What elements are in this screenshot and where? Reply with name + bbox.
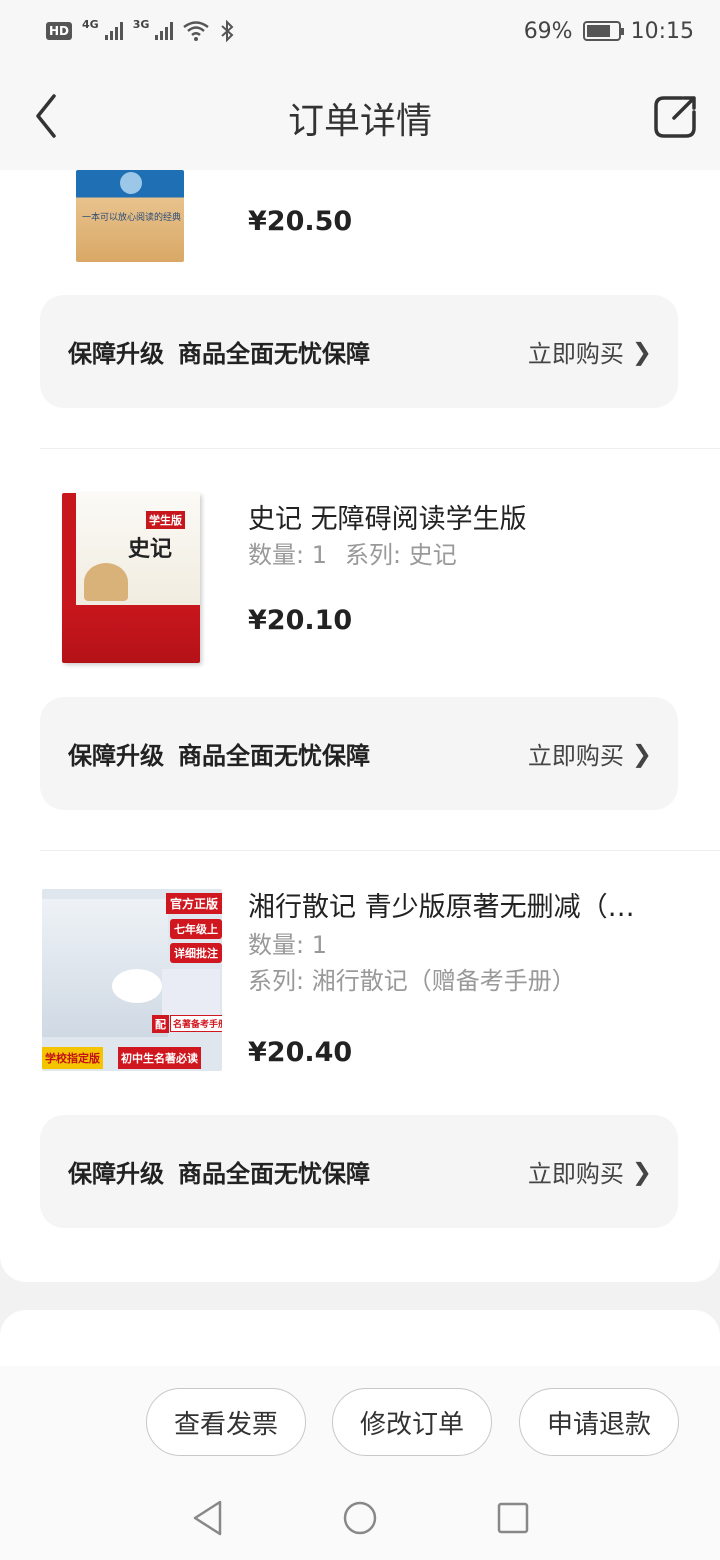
cover-tag-school: 学校指定版 bbox=[42, 1047, 103, 1069]
navigation-bar: 订单详情 bbox=[0, 62, 720, 170]
circle-home-icon[interactable] bbox=[342, 1498, 378, 1538]
battery-icon bbox=[582, 21, 624, 41]
view-invoice-button[interactable]: 查看发票 bbox=[146, 1388, 306, 1456]
network-type-4g: 4G bbox=[82, 17, 99, 31]
chevron-right-icon: ❯ bbox=[631, 739, 652, 768]
buy-now-label: 立即购买 bbox=[527, 340, 624, 368]
product-cover-3: 官方正版 七年级上 详细批注 配 名著备考手册 学校指定版 初中生名著必读 bbox=[42, 889, 222, 1071]
product-item-3[interactable]: 官方正版 七年级上 详细批注 配 名著备考手册 学校指定版 初中生名著必读 湘行… bbox=[0, 851, 720, 1116]
chevron-right-icon: ❯ bbox=[631, 1157, 652, 1186]
buy-now-link[interactable]: 立即购买 ❯ bbox=[528, 736, 652, 771]
signal-icon bbox=[104, 22, 123, 40]
network-type-3g: 3G bbox=[132, 17, 150, 31]
guarantee-label: 保障升级 bbox=[68, 340, 164, 368]
buy-now-label: 立即购买 bbox=[527, 1160, 624, 1188]
cover-tag-handbook: 名著备考手册 bbox=[170, 1015, 222, 1032]
cover-tag-grade: 七年级上 bbox=[170, 919, 222, 939]
square-recent-icon[interactable] bbox=[496, 1498, 530, 1538]
guarantee-row-3[interactable]: 保障升级 商品全面无忧保障 立即购买 ❯ bbox=[40, 1115, 678, 1228]
guarantee-desc: 商品全面无忧保障 bbox=[178, 742, 370, 770]
bluetooth-icon bbox=[221, 20, 234, 42]
cover-text-1: 一本可以放心阅读的经典 bbox=[82, 213, 182, 223]
buy-now-link[interactable]: 立即购买 ❯ bbox=[528, 334, 652, 369]
product-price-1: ¥20.50 bbox=[248, 206, 353, 237]
product-series-3: 系列: 湘行散记（赠备考手册） bbox=[248, 967, 576, 995]
product-item-2[interactable]: 学生版 史记 史记 无障碍阅读学生版 数量: 1 系列: 史记 ¥20.10 bbox=[0, 449, 720, 699]
product-price-2: ¥20.10 bbox=[248, 605, 353, 636]
cover-title-2: 史记 bbox=[128, 536, 173, 562]
product-quantity-2: 数量: 1 bbox=[248, 541, 327, 569]
guarantee-row-1[interactable]: 保障升级 商品全面无忧保障 立即购买 ❯ bbox=[40, 295, 678, 408]
share-icon[interactable] bbox=[650, 92, 700, 142]
status-bar: HD 4G 3G 69% 10:15 bbox=[0, 0, 720, 62]
cover-tag-mustread: 初中生名著必读 bbox=[118, 1047, 201, 1069]
product-meta-2: 数量: 1 系列: 史记 bbox=[248, 537, 668, 573]
product-price-3: ¥20.40 bbox=[248, 1037, 353, 1068]
cover-tag-notes: 详细批注 bbox=[170, 943, 222, 963]
guarantee-desc: 商品全面无忧保障 bbox=[178, 340, 370, 368]
request-refund-button[interactable]: 申请退款 bbox=[519, 1388, 679, 1456]
next-section-card bbox=[0, 1310, 720, 1370]
signal-icon-2 bbox=[155, 22, 174, 40]
buy-now-link[interactable]: 立即购买 ❯ bbox=[528, 1154, 652, 1189]
product-meta-3: 数量: 1 系列: 湘行散记（赠备考手册） bbox=[248, 927, 668, 999]
product-title-3: 湘行散记 青少版原著无删减（… bbox=[248, 892, 635, 923]
guarantee-label: 保障升级 bbox=[68, 1160, 164, 1188]
order-items-card: 一本可以放心阅读的经典 ¥20.50 保障升级 商品全面无忧保障 立即购买 ❯ 学… bbox=[0, 170, 720, 1282]
guarantee-desc: 商品全面无忧保障 bbox=[178, 1160, 370, 1188]
clock: 10:15 bbox=[630, 18, 694, 44]
order-action-bar: 查看发票 修改订单 申请退款 bbox=[0, 1366, 720, 1476]
cover-badge-2: 学生版 bbox=[146, 511, 185, 529]
product-series-2: 系列: 史记 bbox=[344, 541, 457, 569]
product-cover-1: 一本可以放心阅读的经典 bbox=[76, 170, 184, 262]
modify-order-button[interactable]: 修改订单 bbox=[332, 1388, 492, 1456]
product-item-1[interactable]: 一本可以放心阅读的经典 ¥20.50 bbox=[0, 170, 720, 295]
product-title-2: 史记 无障碍阅读学生版 bbox=[248, 504, 527, 535]
chevron-right-icon: ❯ bbox=[631, 337, 652, 366]
cover-tag-pei: 配 bbox=[152, 1015, 169, 1033]
product-quantity-3: 数量: 1 bbox=[248, 931, 327, 959]
hd-badge: HD bbox=[46, 22, 73, 40]
buy-now-label: 立即购买 bbox=[527, 742, 624, 770]
cover-tag-official: 官方正版 bbox=[166, 893, 222, 914]
page-title: 订单详情 bbox=[287, 101, 432, 142]
product-cover-2: 学生版 史记 bbox=[62, 493, 200, 663]
guarantee-row-2[interactable]: 保障升级 商品全面无忧保障 立即购买 ❯ bbox=[40, 697, 678, 810]
wifi-icon bbox=[183, 21, 210, 41]
guarantee-label: 保障升级 bbox=[68, 742, 164, 770]
battery-percent: 69% bbox=[523, 18, 573, 44]
triangle-back-icon[interactable] bbox=[190, 1498, 224, 1538]
system-navigation-bar bbox=[0, 1476, 720, 1560]
